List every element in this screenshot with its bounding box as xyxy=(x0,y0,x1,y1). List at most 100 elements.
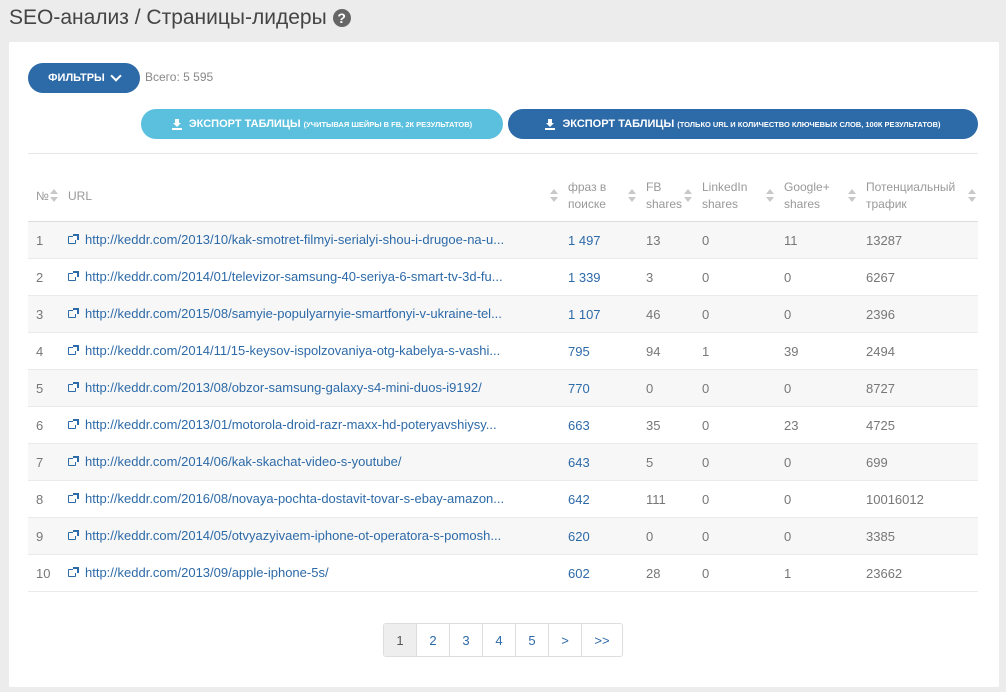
external-link-icon xyxy=(68,456,79,467)
linkedin-shares: 0 xyxy=(694,295,776,333)
url-link[interactable]: http://keddr.com/2014/11/15-keysov-ispol… xyxy=(68,343,500,358)
table-row: 4 http://keddr.com/2014/11/15-keysov-ispo… xyxy=(28,332,978,370)
col-header-phrases[interactable]: фраз в поиске xyxy=(560,171,638,222)
row-number: 9 xyxy=(28,517,60,555)
col-header-number[interactable]: № xyxy=(28,171,60,222)
url-cell: http://keddr.com/2013/08/obzor-samsung-g… xyxy=(60,369,560,407)
page-button[interactable]: 4 xyxy=(482,624,515,656)
sort-icon xyxy=(848,189,856,203)
url-text: http://keddr.com/2014/05/otvyazyivaem-ip… xyxy=(85,528,502,543)
total-count: Всего: 5 595 xyxy=(145,70,214,84)
url-link[interactable]: http://keddr.com/2013/08/obzor-samsung-g… xyxy=(68,380,482,395)
col-header-googleplus-shares[interactable]: Google+ shares xyxy=(776,171,858,222)
phrases-count[interactable]: 1 339 xyxy=(560,258,638,296)
external-link-icon xyxy=(68,345,79,356)
sort-icon xyxy=(550,189,558,203)
divider xyxy=(28,153,978,154)
phrases-count[interactable]: 1 107 xyxy=(560,295,638,333)
page-button[interactable]: >> xyxy=(581,624,622,656)
page-button[interactable]: 2 xyxy=(416,624,449,656)
url-link[interactable]: http://keddr.com/2013/10/kak-smotret-fil… xyxy=(68,232,504,247)
table-row: 10 http://keddr.com/2013/09/apple-iphone-… xyxy=(28,554,978,592)
url-cell: http://keddr.com/2013/01/motorola-droid-… xyxy=(60,406,560,444)
potential-traffic: 23662 xyxy=(858,554,978,592)
phrases-count[interactable]: 620 xyxy=(560,517,638,555)
linkedin-shares: 0 xyxy=(694,369,776,407)
external-link-icon xyxy=(68,271,79,282)
phrases-count[interactable]: 1 497 xyxy=(560,221,638,259)
export-table-fb-button[interactable]: ЭКСПОРТ ТАБЛИЦЫ (УЧИТЫВАЯ ШЕЙРЫ В FB, 2К… xyxy=(141,109,503,139)
page-button[interactable]: > xyxy=(548,624,581,656)
download-icon xyxy=(545,119,556,130)
fb-shares: 94 xyxy=(638,332,694,370)
url-text: http://keddr.com/2015/08/samyie-populyar… xyxy=(85,306,502,321)
url-link[interactable]: http://keddr.com/2013/09/apple-iphone-5s… xyxy=(68,565,329,580)
googleplus-shares: 0 xyxy=(776,369,858,407)
external-link-icon xyxy=(68,382,79,393)
phrases-count[interactable]: 770 xyxy=(560,369,638,407)
page-button[interactable]: 3 xyxy=(449,624,482,656)
export-label: ЭКСПОРТ ТАБЛИЦЫ xyxy=(562,118,675,130)
phrases-count[interactable]: 795 xyxy=(560,332,638,370)
linkedin-shares: 0 xyxy=(694,517,776,555)
url-link[interactable]: http://keddr.com/2013/01/motorola-droid-… xyxy=(68,417,497,432)
filters-button[interactable]: ФИЛЬТРЫ xyxy=(28,63,140,93)
sort-icon xyxy=(684,189,692,203)
url-link[interactable]: http://keddr.com/2014/06/kak-skachat-vid… xyxy=(68,454,402,469)
url-cell: http://keddr.com/2014/05/otvyazyivaem-ip… xyxy=(60,517,560,555)
phrases-count[interactable]: 643 xyxy=(560,443,638,481)
url-text: http://keddr.com/2016/08/novaya-pochta-d… xyxy=(85,491,505,506)
fb-shares: 28 xyxy=(638,554,694,592)
potential-traffic: 13287 xyxy=(858,221,978,259)
url-link[interactable]: http://keddr.com/2015/08/samyie-populyar… xyxy=(68,306,502,321)
page-button[interactable]: 5 xyxy=(515,624,548,656)
phrases-count[interactable]: 602 xyxy=(560,554,638,592)
col-header-fb-shares[interactable]: FB shares xyxy=(638,171,694,222)
external-link-icon xyxy=(68,419,79,430)
help-icon[interactable]: ? xyxy=(332,9,351,27)
pagination: 1 2 3 4 5 > >> xyxy=(383,623,623,657)
page-button[interactable]: 1 xyxy=(384,624,416,656)
linkedin-shares: 0 xyxy=(694,480,776,518)
col-header-traffic[interactable]: Потенциальный трафик xyxy=(858,171,978,222)
row-number: 4 xyxy=(28,332,60,370)
page-title-bar: SEO-анализ / Страницы-лидеры ? xyxy=(9,6,351,30)
export-note: (УЧИТЫВАЯ ШЕЙРЫ В FB, 2К РЕЗУЛЬТАТОВ) xyxy=(303,119,473,129)
table-row: 1 http://keddr.com/2013/10/kak-smotret-fi… xyxy=(28,221,978,259)
external-link-icon xyxy=(68,493,79,504)
filters-label: ФИЛЬТРЫ xyxy=(48,72,105,84)
googleplus-shares: 1 xyxy=(776,554,858,592)
url-text: http://keddr.com/2013/08/obzor-samsung-g… xyxy=(85,380,482,395)
potential-traffic: 3385 xyxy=(858,517,978,555)
leaders-table: № URL фраз в поиске FB shares LinkedIn s… xyxy=(28,171,978,592)
phrases-count[interactable]: 663 xyxy=(560,406,638,444)
table-row: 7 http://keddr.com/2014/06/kak-skachat-vi… xyxy=(28,443,978,481)
url-link[interactable]: http://keddr.com/2014/01/televizor-samsu… xyxy=(68,269,503,284)
url-link[interactable]: http://keddr.com/2016/08/novaya-pochta-d… xyxy=(68,491,504,506)
url-cell: http://keddr.com/2014/06/kak-skachat-vid… xyxy=(60,443,560,481)
export-table-url-button[interactable]: ЭКСПОРТ ТАБЛИЦЫ (ТОЛЬКО URL И КОЛИЧЕСТВО… xyxy=(508,109,978,139)
url-cell: http://keddr.com/2013/09/apple-iphone-5s… xyxy=(60,554,560,592)
table-row: 8 http://keddr.com/2016/08/novaya-pochta-… xyxy=(28,480,978,518)
potential-traffic: 10016012 xyxy=(858,480,978,518)
url-text: http://keddr.com/2013/01/motorola-droid-… xyxy=(85,417,497,432)
main-panel: ФИЛЬТРЫ Всего: 5 595 ЭКСПОРТ ТАБЛИЦЫ (УЧ… xyxy=(9,42,999,687)
export-note: (ТОЛЬКО URL И КОЛИЧЕСТВО КЛЮЧЕВЫХ СЛОВ, … xyxy=(677,119,941,129)
potential-traffic: 2494 xyxy=(858,332,978,370)
export-label: ЭКСПОРТ ТАБЛИЦЫ xyxy=(188,118,301,130)
col-header-url[interactable]: URL xyxy=(60,171,560,222)
potential-traffic: 2396 xyxy=(858,295,978,333)
linkedin-shares: 1 xyxy=(694,332,776,370)
potential-traffic: 699 xyxy=(858,443,978,481)
fb-shares: 111 xyxy=(638,480,694,518)
phrases-count[interactable]: 642 xyxy=(560,480,638,518)
url-text: http://keddr.com/2014/11/15-keysov-ispol… xyxy=(85,343,501,358)
url-link[interactable]: http://keddr.com/2014/05/otvyazyivaem-ip… xyxy=(68,528,501,543)
url-cell: http://keddr.com/2014/11/15-keysov-ispol… xyxy=(60,332,560,370)
googleplus-shares: 0 xyxy=(776,480,858,518)
page-title: SEO-анализ / Страницы-лидеры xyxy=(9,6,327,29)
fb-shares: 5 xyxy=(638,443,694,481)
row-number: 1 xyxy=(28,221,60,259)
sort-icon xyxy=(628,189,636,203)
col-header-linkedin-shares[interactable]: LinkedIn shares xyxy=(694,171,776,222)
